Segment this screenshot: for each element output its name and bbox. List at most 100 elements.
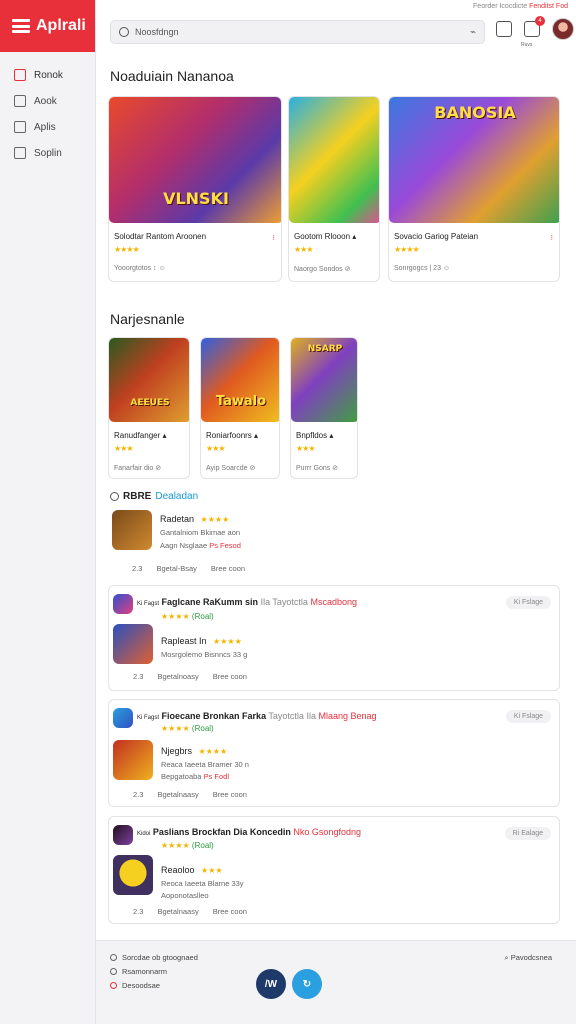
fab-primary[interactable]: /W — [256, 969, 286, 999]
game-card[interactable]: AEEUES Ranudfanger ▴ ★★★ Fanarfair dio ⊘ — [108, 337, 190, 479]
sidebar-item-books[interactable]: Aook — [0, 88, 95, 114]
game-card[interactable]: VLNSKI Solodtar Rantom Aroonen ⁝ ★★★★ Yo… — [108, 96, 282, 282]
circle-icon — [110, 968, 117, 975]
app-desc: Gantalniom Bkimae aon — [160, 528, 241, 537]
head-badge: Ki Fagst — [137, 601, 160, 607]
sidebar-item-label: Aplis — [34, 121, 56, 133]
footer-link[interactable]: Sorcdae ob gtoognaed — [110, 953, 198, 962]
refresh-icon[interactable]: ↻ — [292, 969, 322, 999]
list-item[interactable]: Ki Fagst Faglcane RaKumm sin Ila Tayotct… — [108, 585, 560, 691]
notification-sub: Ruvs — [521, 42, 533, 48]
head-red: Nko Gsongfodng — [293, 827, 361, 837]
sidebar-item-list[interactable]: Soplin — [0, 140, 95, 166]
square-icon — [14, 95, 26, 107]
game-art-text: AEEUES — [130, 398, 170, 408]
game-art-text: BANOSIA — [434, 103, 516, 122]
section-title: Narjesnanle — [110, 311, 185, 327]
footer-label[interactable]: Bree coon — [213, 790, 247, 799]
notification-icon[interactable]: 4 Ruvs — [521, 16, 545, 48]
footer: Sorcdae ob gtoognaed Rsamonnarm Desoodsa… — [96, 940, 576, 1024]
mic-icon[interactable]: ⌁ — [470, 27, 476, 38]
footer-num: 2.3 — [133, 672, 144, 681]
list-item-title: Rapleast In ★★★★ — [161, 636, 242, 646]
game-card[interactable]: Gootom Rlooon ▴ ★★★ Naorgo Sondos ⊘ — [288, 96, 380, 282]
star-rating: ★★★★ — [213, 637, 242, 646]
app-name: Radetan — [160, 514, 195, 524]
star-rating: ★★★★ — [114, 245, 140, 254]
head-badge: Kidoi — [137, 831, 151, 837]
sidebar-item-home[interactable]: Ronok — [0, 62, 95, 88]
sidebar-item-label: Aook — [34, 95, 57, 107]
footer-link-label: Sorcdae ob gtoognaed — [122, 953, 198, 962]
star-rating: ★★★ — [296, 444, 315, 453]
list-item[interactable]: Ki Fagst Fioecane Bronkan Farka Tayotctl… — [108, 699, 560, 807]
apps-icon — [14, 121, 26, 133]
section-title: Noaduiain Nananoa — [110, 68, 234, 84]
footer-label[interactable]: Bree coon — [213, 907, 247, 916]
footer-link[interactable]: Rsamonnarm — [110, 967, 167, 976]
head-red: Mscadbong — [310, 597, 357, 607]
list-title-accent[interactable]: Dealadan — [155, 491, 198, 502]
footer-label: Bgetalnaasy — [157, 907, 199, 916]
more-icon[interactable]: ⁝ — [550, 233, 553, 242]
app-sub-text: Aagn Nsglaae — [160, 541, 208, 550]
sidebar-item-label: Ronok — [34, 69, 63, 81]
game-card[interactable]: NSARP Bnpfldos ▴ ★★★ Purrr Gons ⊘ — [290, 337, 358, 479]
top-actions: 4 Ruvs — [496, 16, 574, 48]
status-pill[interactable]: Ri Ealage — [504, 827, 551, 840]
app-desc: Mosrgolemo Bisnncs 33 g — [161, 650, 248, 659]
sidebar-item-label: Soplin — [34, 147, 62, 159]
sidebar-item-apps[interactable]: Aplis — [0, 114, 95, 140]
list-item-head: Ki Fagst Fioecane Bronkan Farka Tayotctl… — [137, 711, 377, 721]
list-item-head: Ki Fagst Faglcane RaKumm sin Ila Tayotct… — [137, 597, 357, 607]
star-rating: ★★★★ (Roal) — [161, 724, 214, 733]
top-link-accent[interactable]: Fenditst Fod — [529, 3, 568, 10]
menu-icon[interactable] — [12, 19, 30, 33]
game-card[interactable]: BANOSIA Sovacio Gariog Pateian ⁝ ★★★★ So… — [388, 96, 560, 282]
list-item[interactable]: Radetan ★★★★ Gantalniom Bkimae aon Aagn … — [108, 506, 560, 580]
footer-link[interactable]: Desoodsae — [110, 981, 160, 990]
app-icon-small — [113, 594, 133, 614]
app-brand[interactable]: Aplrali — [0, 0, 95, 52]
head-title: Faglcane RaKumm sin — [161, 597, 259, 607]
list-item-footer: 2.3 Bgetalnaasy Bree coon — [133, 790, 247, 799]
star-rating: ★★★★ — [200, 515, 230, 524]
sidebar: Aplrali Ronok Aook Aplis Soplin — [0, 0, 96, 1024]
footer-label[interactable]: Bree coon — [211, 564, 245, 573]
status-pill[interactable]: Ki Fslage — [505, 596, 551, 609]
status-pill[interactable]: Ki Fslage — [505, 710, 551, 723]
game-icon — [14, 69, 26, 81]
app-sub: Aoponotaslleo — [161, 891, 209, 900]
circle-icon — [110, 954, 117, 961]
app-icon — [113, 624, 153, 664]
avatar[interactable] — [552, 18, 574, 40]
head-red: Mlaang Benag — [318, 711, 377, 721]
top-link[interactable]: Feorder Icocdicte Fenditst Fod — [473, 3, 568, 10]
search-input[interactable]: Noosfdngn ⌁ — [110, 20, 485, 44]
game-art: NSARP — [291, 338, 357, 422]
game-meta: Sonrgogcs | 23 ☺ — [394, 265, 451, 272]
game-meta: Purrr Gons ⊘ — [296, 465, 339, 472]
clock-icon — [110, 492, 119, 501]
notification-badge: 4 — [535, 16, 545, 26]
top-bar: Feorder Icocdicte Fenditst Fod Noosfdngn… — [96, 0, 576, 54]
game-art: VLNSKI — [109, 97, 281, 223]
footer-label: Bgetalnoasy — [157, 672, 199, 681]
footer-right-link[interactable]: ⌕ Pavodcsnea — [504, 953, 552, 963]
star-rating: ★★★★ (Roal) — [161, 841, 214, 850]
footer-label[interactable]: Bree coon — [213, 672, 247, 681]
star-rating: ★★★ — [206, 444, 225, 453]
list-item-head: Kidoi Paslians Brockfan Dia Koncedin Nko… — [137, 827, 361, 837]
game-art — [289, 97, 379, 223]
more-icon[interactable]: ⁝ — [272, 233, 275, 242]
cart-icon[interactable] — [496, 21, 512, 37]
game-meta: Yooorgtotos ↕ ☺ — [114, 265, 166, 272]
list-item[interactable]: Kidoi Paslians Brockfan Dia Koncedin Nko… — [108, 816, 560, 924]
game-card[interactable]: Tawalo Roniarfoonrs ▴ ★★★ Ayip Soarcde ⊘ — [200, 337, 280, 479]
head-grey: Tayotctla Ila — [268, 711, 316, 721]
fab-label: /W — [264, 978, 278, 990]
list-header: RBRE Dealadan — [110, 491, 198, 502]
star-rating: ★★★ — [201, 866, 223, 875]
list-item-title: Reaoloo ★★★ — [161, 865, 223, 875]
list-icon — [14, 147, 26, 159]
